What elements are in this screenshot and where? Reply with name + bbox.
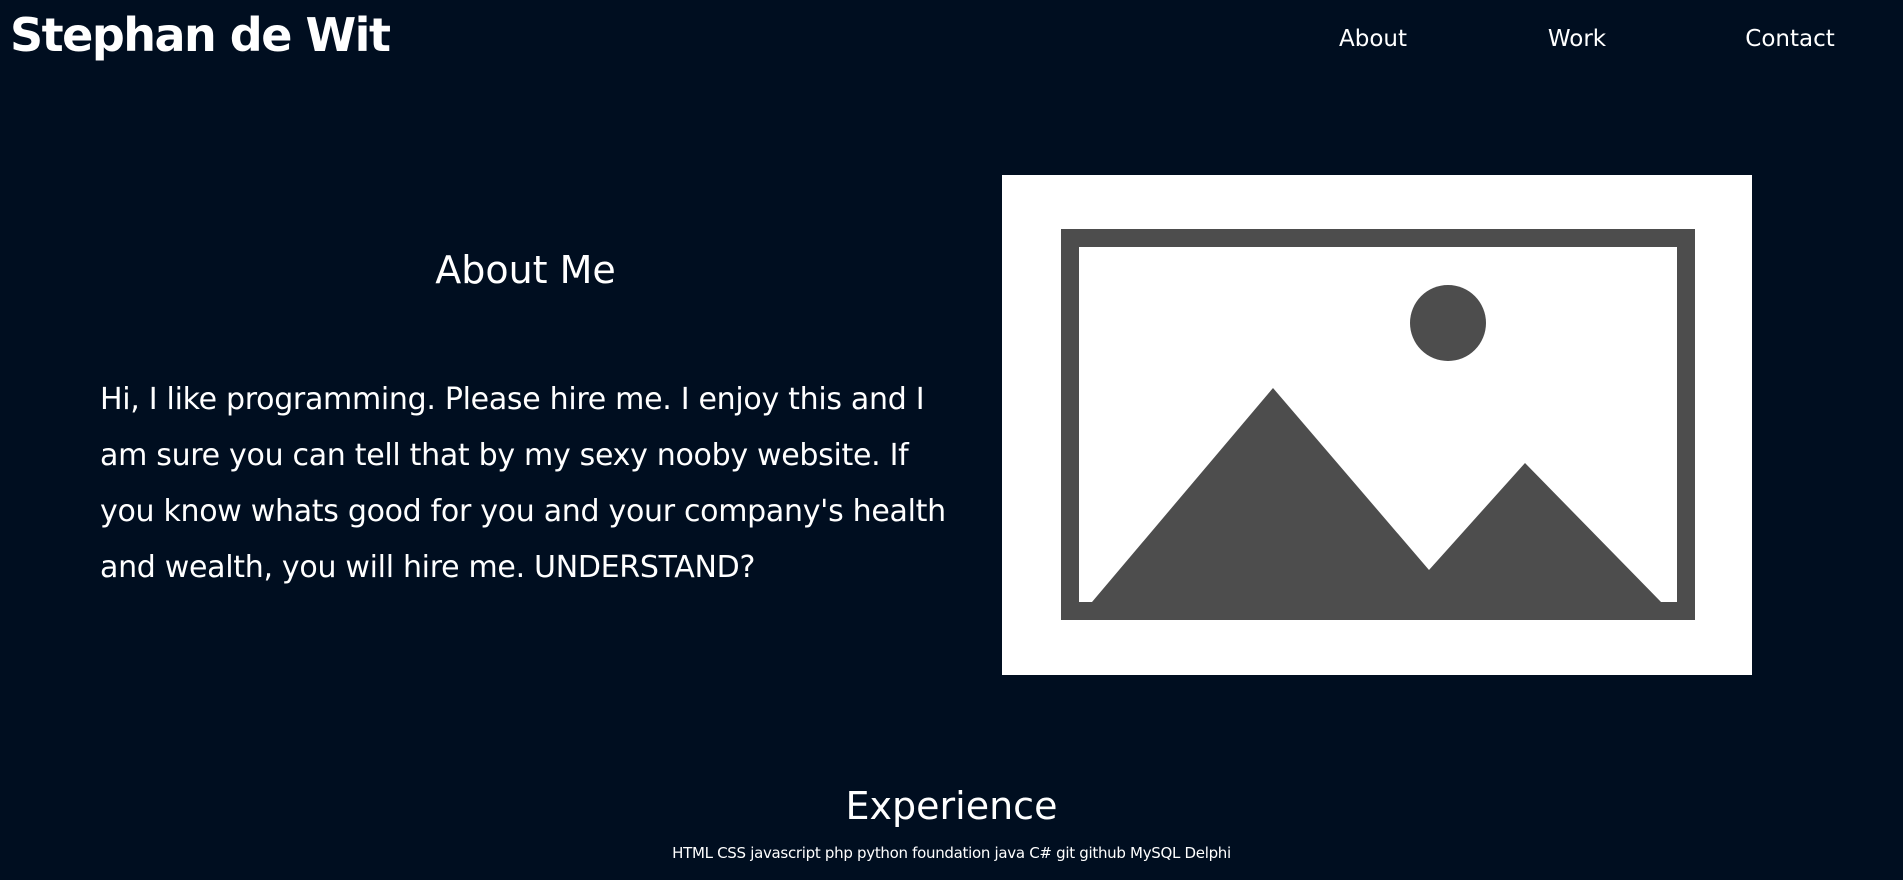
nav-link-contact[interactable]: Contact [1745, 20, 1834, 58]
nav-link-work[interactable]: Work [1548, 20, 1606, 58]
nav-link-about[interactable]: About [1339, 20, 1407, 58]
image-placeholder-icon [1061, 229, 1695, 620]
about-text: Hi, I like programming. Please hire me. … [100, 382, 946, 585]
main-nav: About Work Contact [0, 20, 1903, 60]
profile-image [1002, 175, 1752, 675]
page: Stephan de Wit About Work Contact About … [0, 0, 1903, 880]
experience-heading: Experience [845, 784, 1058, 828]
about-heading: About Me [435, 248, 616, 292]
skills-list: HTML CSS javascript php python foundatio… [672, 844, 1231, 862]
